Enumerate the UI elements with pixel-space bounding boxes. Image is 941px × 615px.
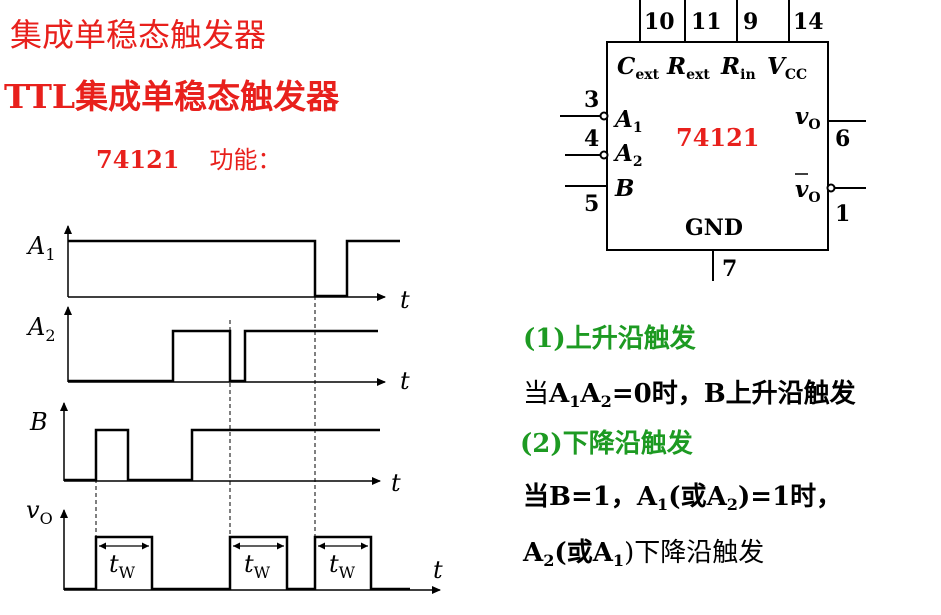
fall-description-line1: 当B=1，A1(或A2)=1时， — [523, 482, 843, 514]
pulse-width-label-3: tW — [329, 550, 356, 582]
pulse-width-label-2: tW — [244, 550, 271, 582]
rise-description: 当A1A2=0时，B上升沿触发 — [523, 379, 856, 411]
b-waveform — [64, 428, 380, 482]
axis-label-t-4: t — [433, 556, 443, 584]
fall-heading: (2)下降沿触发 — [520, 429, 693, 459]
timing-diagram: A1 A2 B vO t t t t tW tW tW — [26, 225, 443, 594]
rise-heading: (1)上升沿触发 — [523, 324, 696, 354]
pulse-width-label-1: tW — [109, 550, 136, 582]
a2-waveform — [68, 329, 378, 383]
signal-label-vo: vO — [26, 496, 53, 528]
axis-label-t-1: t — [400, 286, 410, 314]
axis-label-t-2: t — [400, 367, 410, 395]
axis-label-t-3: t — [391, 469, 401, 497]
a1-waveform — [68, 239, 400, 298]
signal-label-a1: A1 — [26, 232, 56, 264]
signal-label-b: B — [29, 408, 48, 436]
signal-label-a2: A2 — [26, 313, 56, 345]
fall-description-line2: A2(或A1)下降沿触发 — [523, 538, 765, 570]
